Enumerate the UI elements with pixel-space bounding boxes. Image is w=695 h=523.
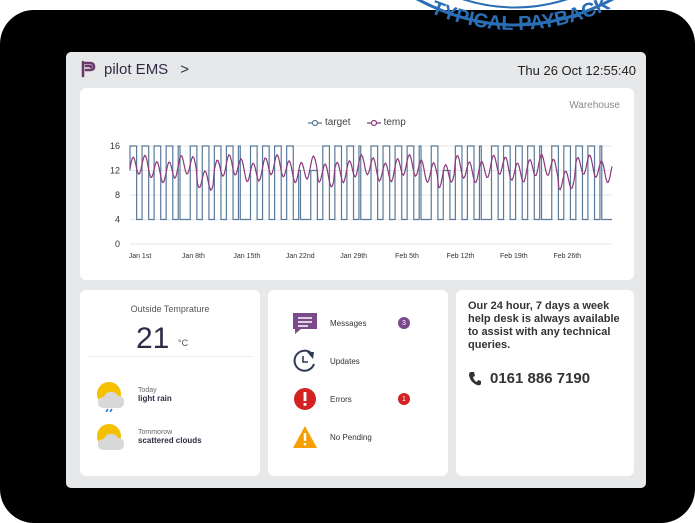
errors-label: Errors	[330, 394, 352, 404]
tomorrow-label: Tommorow	[138, 429, 173, 436]
today-text: Today light rain	[138, 387, 172, 403]
messages-row[interactable]: Messages 3	[290, 310, 420, 336]
message-icon	[290, 310, 320, 336]
divider	[88, 356, 252, 357]
updates-label: Updates	[330, 356, 360, 366]
chevron-right-icon[interactable]: >	[180, 61, 189, 78]
x-tick-label: Jan 15th	[233, 253, 260, 260]
pending-label: No Pending	[330, 432, 372, 442]
today-condition: light rain	[138, 394, 172, 403]
line-chart: 0 4 8 12 16 Jan 1st Jan 8th Jan 15th Jan 22nd Jan…	[110, 141, 613, 260]
y-tick-label: 16	[110, 141, 120, 151]
dashboard-screen: pilot EMS > Thu 26 Oct 12:55:40 Warehous…	[66, 52, 646, 488]
errors-count-badge: 1	[398, 393, 410, 405]
outside-temperature-label: Outside Temprature	[130, 304, 210, 314]
y-tick-label: 4	[115, 215, 120, 225]
warning-icon	[290, 424, 320, 450]
temperature-unit: °C	[178, 338, 189, 348]
updates-row[interactable]: Updates	[290, 348, 420, 374]
weather-card: Outside Temprature 21 °C Today light rai…	[80, 290, 260, 476]
forecast-tomorrow: Tommorow scattered clouds	[94, 420, 202, 454]
error-icon	[290, 386, 320, 412]
forecast-today: Today light rain	[94, 378, 172, 412]
today-label: Today	[138, 387, 157, 394]
phone-number[interactable]: 0161 886 7190	[468, 370, 590, 387]
y-tick-label: 0	[115, 239, 120, 249]
status-card: Messages 3 Updates Errors 1 No Pending	[268, 290, 448, 476]
errors-row[interactable]: Errors 1	[290, 386, 420, 412]
x-tick-label: Feb 12th	[447, 253, 475, 260]
pending-row[interactable]: No Pending	[290, 424, 420, 450]
phone-icon	[469, 371, 481, 385]
x-tick-label: Feb 19th	[500, 253, 528, 260]
x-tick-label: Feb 26th	[553, 253, 581, 260]
x-tick-label: Jan 29th	[340, 253, 367, 260]
datetime-display: Thu 26 Oct 12:55:40	[517, 63, 636, 78]
helpdesk-card: Our 24 hour, 7 days a week help desk is …	[456, 290, 634, 476]
x-tick-label: Jan 1st	[129, 253, 152, 260]
tomorrow-text: Tommorow scattered clouds	[138, 429, 202, 445]
tomorrow-condition: scattered clouds	[138, 436, 202, 445]
outside-temperature-value: 21	[136, 322, 170, 355]
updates-icon	[290, 348, 320, 374]
temperature-chart-card: Warehouse target temp 0 4 8 12 16 Jan 1st Jan …	[80, 88, 634, 280]
y-tick-label: 8	[115, 190, 120, 200]
x-tick-label: Jan 8th	[182, 253, 205, 260]
cloud-icon	[97, 424, 124, 450]
y-tick-label: 12	[110, 166, 120, 176]
rain-cloud-icon	[97, 382, 124, 412]
app-title: pilot EMS	[104, 60, 169, 78]
x-tick-label: Feb 5th	[395, 253, 419, 260]
x-tick-label: Jan 22nd	[286, 253, 315, 260]
app-logo[interactable]: pilot EMS >	[80, 60, 189, 78]
top-bar: pilot EMS > Thu 26 Oct 12:55:40	[66, 52, 646, 88]
pilot-logo-icon	[81, 60, 96, 78]
target-series-line	[129, 145, 612, 221]
phone-number-text: 0161 886 7190	[490, 370, 591, 387]
helpdesk-text: Our 24 hour, 7 days a week help desk is …	[468, 300, 620, 351]
messages-label: Messages	[330, 318, 367, 328]
messages-count-badge: 3	[398, 317, 410, 329]
